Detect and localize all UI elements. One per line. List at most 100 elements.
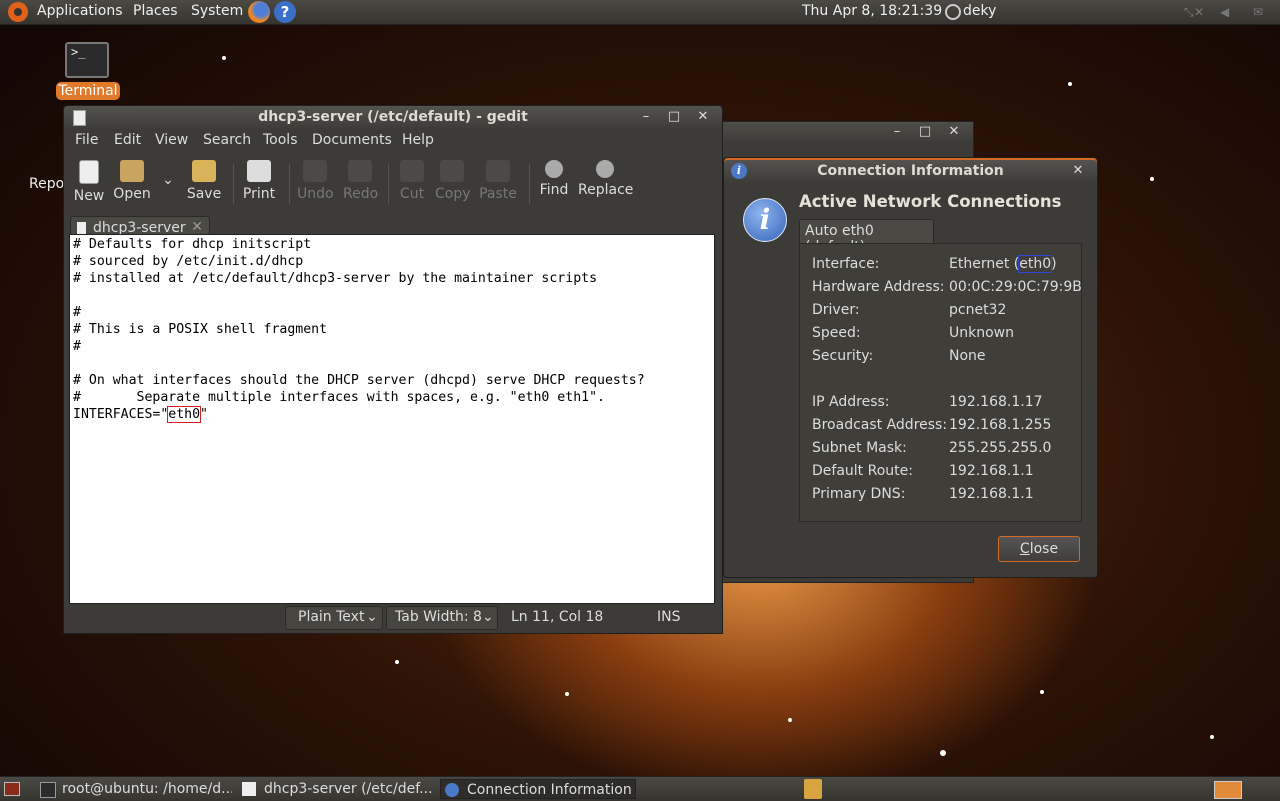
ubuntu-logo-icon[interactable] [8, 2, 28, 22]
printer-icon [247, 160, 271, 182]
power-icon[interactable] [945, 4, 961, 20]
menu-view[interactable]: View [155, 132, 188, 148]
workspace-switcher[interactable] [1214, 781, 1242, 799]
show-desktop-icon[interactable] [4, 782, 20, 796]
text-editor[interactable]: # Defaults for dhcp initscript # sourced… [69, 234, 715, 604]
redo-button[interactable]: Redo [343, 160, 378, 202]
menu-edit[interactable]: Edit [114, 132, 141, 148]
taskbar-item-gedit[interactable]: dhcp3-server (/etc/def... [238, 779, 434, 799]
close-button[interactable]: Close [998, 536, 1080, 562]
trash-icon[interactable] [804, 779, 822, 799]
gedit-titlebar[interactable]: dhcp3-server (/etc/default) - gedit – □ … [64, 106, 722, 130]
open-button[interactable]: Open [113, 160, 151, 202]
help-icon[interactable]: ? [274, 1, 296, 23]
menu-search[interactable]: Search [203, 132, 251, 148]
hardware-address-value: 00:0C:29:0C:79:9B [949, 279, 1082, 295]
replace-label: Replace [578, 182, 634, 198]
menu-file[interactable]: File [75, 132, 98, 148]
star [565, 692, 569, 696]
editor-line: # Separate multiple interfaces with spac… [73, 390, 605, 405]
maximize-icon[interactable]: □ [666, 109, 682, 125]
chevron-down-icon: ⌄ [482, 609, 494, 625]
terminal-launcher[interactable]: >_ Terminal [56, 42, 120, 100]
toolbar-separator [289, 164, 290, 204]
star [1210, 735, 1214, 739]
volume-icon[interactable]: ◀ [1220, 5, 1236, 19]
paste-icon [486, 160, 510, 182]
cursor-position: Ln 11, Col 18 [511, 609, 604, 625]
taskbar-item-label: dhcp3-server (/etc/def... [264, 781, 433, 797]
star [222, 56, 226, 60]
open-dropdown[interactable]: ⌄ [161, 172, 175, 188]
taskbar-item-terminal[interactable]: root@ubuntu: /home/d... [36, 779, 232, 799]
editor-line-interfaces: INTERFACES="eth0" [70, 406, 714, 423]
minimize-icon[interactable]: – [638, 109, 654, 125]
close-icon[interactable]: ✕ [946, 124, 962, 140]
security-label: Security: [812, 348, 874, 364]
toolbar-separator [529, 164, 530, 204]
interface-name-highlight: eth0 [1018, 255, 1053, 273]
editor-line: # sourced by /etc/init.d/dhcp [73, 254, 304, 269]
cut-button[interactable]: Cut [398, 160, 426, 202]
security-value: None [949, 348, 986, 364]
copy-button[interactable]: Copy [435, 160, 471, 202]
menu-help[interactable]: Help [402, 132, 434, 148]
taskbar-item-label: Connection Information [467, 782, 632, 798]
star [940, 750, 946, 756]
speed-label: Speed: [812, 325, 861, 341]
paste-button[interactable]: Paste [478, 160, 518, 202]
close-icon[interactable]: ✕ [695, 109, 711, 125]
save-button[interactable]: Save [186, 160, 222, 202]
user-menu[interactable]: deky [963, 3, 996, 19]
mail-icon[interactable]: ✉ [1253, 5, 1269, 19]
close-icon[interactable]: ✕ [1070, 163, 1086, 179]
tab-close-icon[interactable]: ✕ [191, 219, 203, 235]
replace-icon [596, 160, 614, 178]
editor-line: # [73, 339, 81, 354]
document-icon [77, 222, 86, 234]
background-window-titlebar[interactable]: – □ ✕ [721, 122, 973, 144]
network-disconnected-icon[interactable]: ✕ [1194, 5, 1210, 19]
cut-label: Cut [399, 186, 425, 202]
applications-menu[interactable]: Applications [37, 3, 123, 19]
driver-label: Driver: [812, 302, 860, 318]
undo-label: Undo [297, 186, 334, 202]
gedit-window: dhcp3-server (/etc/default) - gedit – □ … [63, 105, 723, 634]
system-menu[interactable]: System [191, 3, 243, 19]
maximize-icon[interactable]: □ [917, 124, 933, 140]
subnet-mask-label: Subnet Mask: [812, 440, 907, 456]
primary-dns-label: Primary DNS: [812, 486, 906, 502]
undo-icon [303, 160, 327, 182]
top-panel: Applications Places System ? Thu Apr 8, … [0, 0, 1280, 25]
menu-tools[interactable]: Tools [263, 132, 298, 148]
folder-icon [120, 160, 144, 182]
interface-label: Interface: [812, 256, 880, 272]
toolbar: New Open ⌄ Save Print Undo Redo Cut Copy [64, 154, 722, 214]
find-button[interactable]: Find [538, 160, 570, 198]
print-button[interactable]: Print [242, 160, 276, 202]
clock[interactable]: Thu Apr 8, 18:21:39 [802, 3, 942, 19]
new-label: New [73, 188, 105, 204]
ip-address-value: 192.168.1.17 [949, 394, 1043, 410]
replace-button[interactable]: Replace [578, 160, 634, 198]
taskbar-item-connection-info[interactable]: Connection Information [440, 779, 636, 799]
driver-value: pcnet32 [949, 302, 1007, 318]
undo-button[interactable]: Undo [297, 160, 334, 202]
minimize-icon[interactable]: – [889, 124, 905, 140]
info-icon: i [743, 198, 787, 242]
editor-line: # installed at /etc/default/dhcp3-server… [73, 271, 598, 286]
new-button[interactable]: New [73, 160, 105, 204]
dialog-titlebar[interactable]: i Connection Information ✕ [724, 158, 1097, 184]
menu-documents[interactable]: Documents [312, 132, 392, 148]
hardware-address-label: Hardware Address: [812, 279, 945, 295]
toolbar-separator [233, 164, 234, 204]
places-menu[interactable]: Places [133, 3, 178, 19]
desktop-repo-label[interactable]: Repo [29, 176, 64, 192]
tab-auto-eth0[interactable]: Auto eth0 (default) [799, 219, 934, 255]
print-label: Print [242, 186, 276, 202]
connection-details: Interface: Ethernet (eth0) Hardware Addr… [799, 243, 1082, 522]
firefox-icon[interactable] [248, 1, 270, 23]
interfaces-quote: " [200, 407, 208, 422]
paste-label: Paste [479, 186, 517, 202]
